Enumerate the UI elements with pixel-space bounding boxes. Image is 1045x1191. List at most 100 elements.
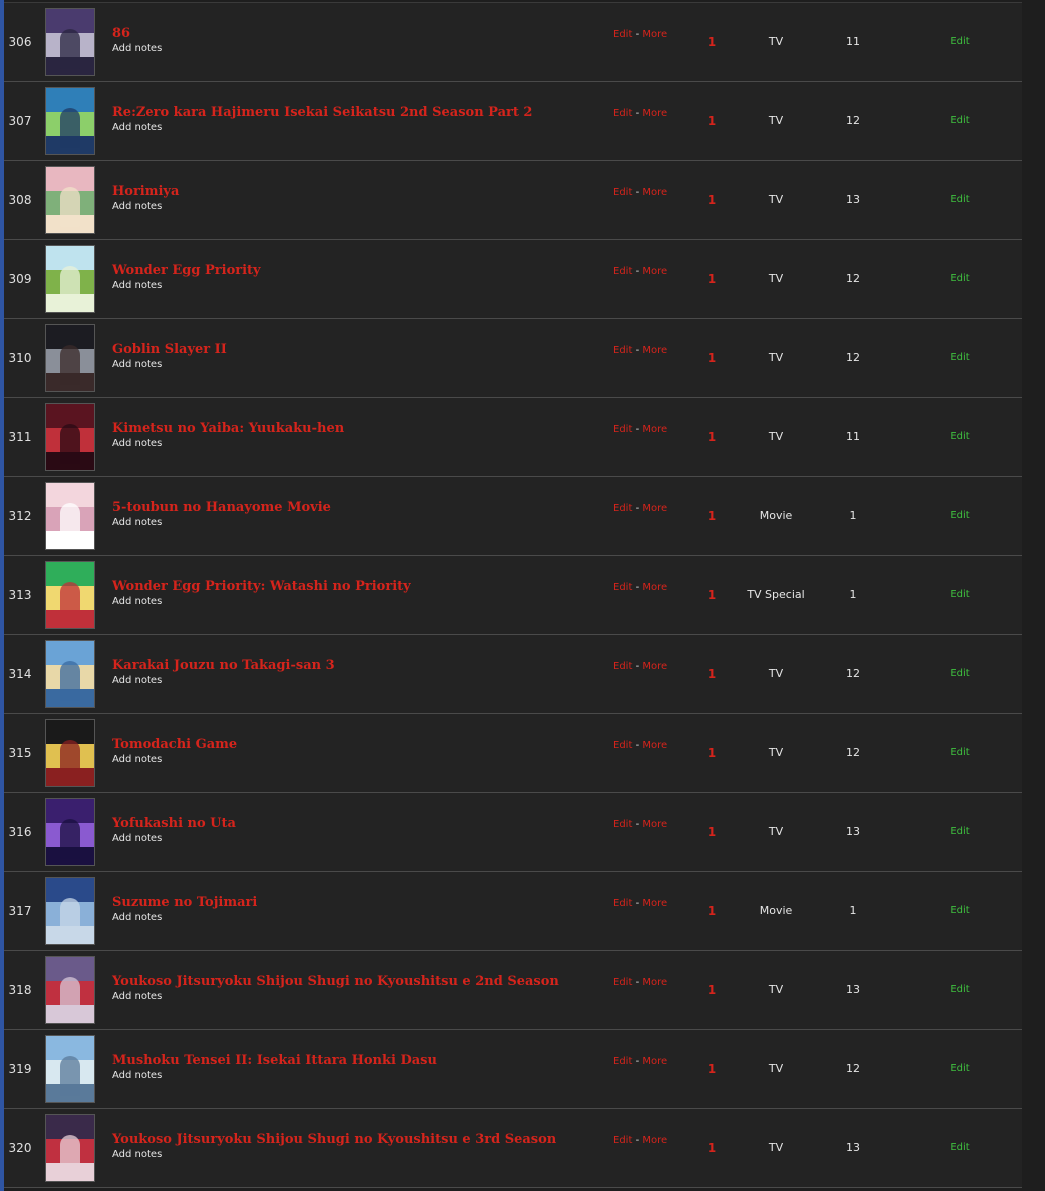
add-notes-link[interactable]: Add notes (112, 359, 602, 370)
cover-image[interactable] (45, 640, 95, 708)
add-notes-link[interactable]: Add notes (112, 122, 602, 133)
cover-image[interactable] (45, 798, 95, 866)
edit-link[interactable]: Edit (613, 345, 632, 356)
more-link[interactable]: More (642, 187, 667, 198)
add-notes-link[interactable]: Add notes (112, 912, 602, 923)
edit-link[interactable]: Edit (613, 740, 632, 751)
add-notes-link[interactable]: Add notes (112, 43, 602, 54)
edit-link[interactable]: Edit (613, 187, 632, 198)
edit-link[interactable]: Edit (613, 29, 632, 40)
add-notes-link[interactable]: Add notes (112, 1149, 602, 1160)
anime-title-link[interactable]: Re:Zero kara Hajimeru Isekai Seikatsu 2n… (112, 104, 602, 121)
more-link[interactable]: More (642, 503, 667, 514)
score-value[interactable]: 1 (696, 161, 728, 239)
add-notes-link[interactable]: Add notes (112, 991, 602, 1002)
more-link[interactable]: More (642, 345, 667, 356)
score-value[interactable]: 1 (696, 477, 728, 555)
anime-title-link[interactable]: Youkoso Jitsuryoku Shijou Shugi no Kyous… (112, 973, 602, 990)
anime-title-link[interactable]: Wonder Egg Priority (112, 262, 602, 279)
more-link[interactable]: More (642, 424, 667, 435)
add-notes-link[interactable]: Add notes (112, 754, 602, 765)
anime-title-link[interactable]: Tomodachi Game (112, 736, 602, 753)
edit-link[interactable]: Edit (613, 977, 632, 988)
score-value[interactable]: 1 (696, 3, 728, 81)
add-notes-link[interactable]: Add notes (112, 438, 602, 449)
progress-edit-link[interactable]: Edit (934, 240, 986, 318)
edit-link[interactable]: Edit (613, 503, 632, 514)
progress-edit-link[interactable]: Edit (934, 872, 986, 950)
add-notes-link[interactable]: Add notes (112, 1070, 602, 1081)
cover-image[interactable] (45, 877, 95, 945)
more-link[interactable]: More (642, 29, 667, 40)
edit-link[interactable]: Edit (613, 582, 632, 593)
edit-link[interactable]: Edit (613, 1135, 632, 1146)
more-link[interactable]: More (642, 266, 667, 277)
score-value[interactable]: 1 (696, 714, 728, 792)
add-notes-link[interactable]: Add notes (112, 517, 602, 528)
anime-title-link[interactable]: Karakai Jouzu no Takagi-san 3 (112, 657, 602, 674)
score-value[interactable]: 1 (696, 1030, 728, 1108)
progress-edit-link[interactable]: Edit (934, 1109, 986, 1187)
cover-image[interactable] (45, 324, 95, 392)
score-value[interactable]: 1 (696, 556, 728, 634)
progress-edit-link[interactable]: Edit (934, 556, 986, 634)
edit-link[interactable]: Edit (613, 266, 632, 277)
edit-link[interactable]: Edit (613, 661, 632, 672)
edit-link[interactable]: Edit (613, 1056, 632, 1067)
cover-image[interactable] (45, 1114, 95, 1182)
score-value[interactable]: 1 (696, 872, 728, 950)
edit-link[interactable]: Edit (613, 898, 632, 909)
score-value[interactable]: 1 (696, 398, 728, 476)
progress-edit-link[interactable]: Edit (934, 951, 986, 1029)
more-link[interactable]: More (642, 1056, 667, 1067)
progress-edit-link[interactable]: Edit (934, 477, 986, 555)
progress-edit-link[interactable]: Edit (934, 161, 986, 239)
progress-edit-link[interactable]: Edit (934, 1030, 986, 1108)
more-link[interactable]: More (642, 898, 667, 909)
cover-image[interactable] (45, 8, 95, 76)
score-value[interactable]: 1 (696, 635, 728, 713)
score-value[interactable]: 1 (696, 240, 728, 318)
edit-link[interactable]: Edit (613, 819, 632, 830)
score-value[interactable]: 1 (696, 793, 728, 871)
cover-image[interactable] (45, 403, 95, 471)
score-value[interactable]: 1 (696, 319, 728, 397)
edit-link[interactable]: Edit (613, 108, 632, 119)
score-value[interactable]: 1 (696, 951, 728, 1029)
cover-image[interactable] (45, 166, 95, 234)
progress-edit-link[interactable]: Edit (934, 398, 986, 476)
anime-title-link[interactable]: Goblin Slayer II (112, 341, 602, 358)
edit-link[interactable]: Edit (613, 424, 632, 435)
more-link[interactable]: More (642, 740, 667, 751)
score-value[interactable]: 1 (696, 82, 728, 160)
anime-title-link[interactable]: Wonder Egg Priority: Watashi no Priority (112, 578, 602, 595)
more-link[interactable]: More (642, 819, 667, 830)
more-link[interactable]: More (642, 977, 667, 988)
progress-edit-link[interactable]: Edit (934, 635, 986, 713)
add-notes-link[interactable]: Add notes (112, 675, 602, 686)
score-value[interactable]: 1 (696, 1109, 728, 1187)
progress-edit-link[interactable]: Edit (934, 3, 986, 81)
anime-title-link[interactable]: 86 (112, 25, 602, 42)
anime-title-link[interactable]: Mushoku Tensei II: Isekai Ittara Honki D… (112, 1052, 602, 1069)
cover-image[interactable] (45, 482, 95, 550)
more-link[interactable]: More (642, 1135, 667, 1146)
cover-image[interactable] (45, 561, 95, 629)
add-notes-link[interactable]: Add notes (112, 201, 602, 212)
anime-title-link[interactable]: Youkoso Jitsuryoku Shijou Shugi no Kyous… (112, 1131, 602, 1148)
anime-title-link[interactable]: Horimiya (112, 183, 602, 200)
progress-edit-link[interactable]: Edit (934, 82, 986, 160)
more-link[interactable]: More (642, 661, 667, 672)
anime-title-link[interactable]: Suzume no Tojimari (112, 894, 602, 911)
add-notes-link[interactable]: Add notes (112, 596, 602, 607)
add-notes-link[interactable]: Add notes (112, 280, 602, 291)
anime-title-link[interactable]: Kimetsu no Yaiba: Yuukaku-hen (112, 420, 602, 437)
cover-image[interactable] (45, 87, 95, 155)
more-link[interactable]: More (642, 582, 667, 593)
anime-title-link[interactable]: 5-toubun no Hanayome Movie (112, 499, 602, 516)
add-notes-link[interactable]: Add notes (112, 833, 602, 844)
progress-edit-link[interactable]: Edit (934, 714, 986, 792)
cover-image[interactable] (45, 1035, 95, 1103)
more-link[interactable]: More (642, 108, 667, 119)
cover-image[interactable] (45, 245, 95, 313)
